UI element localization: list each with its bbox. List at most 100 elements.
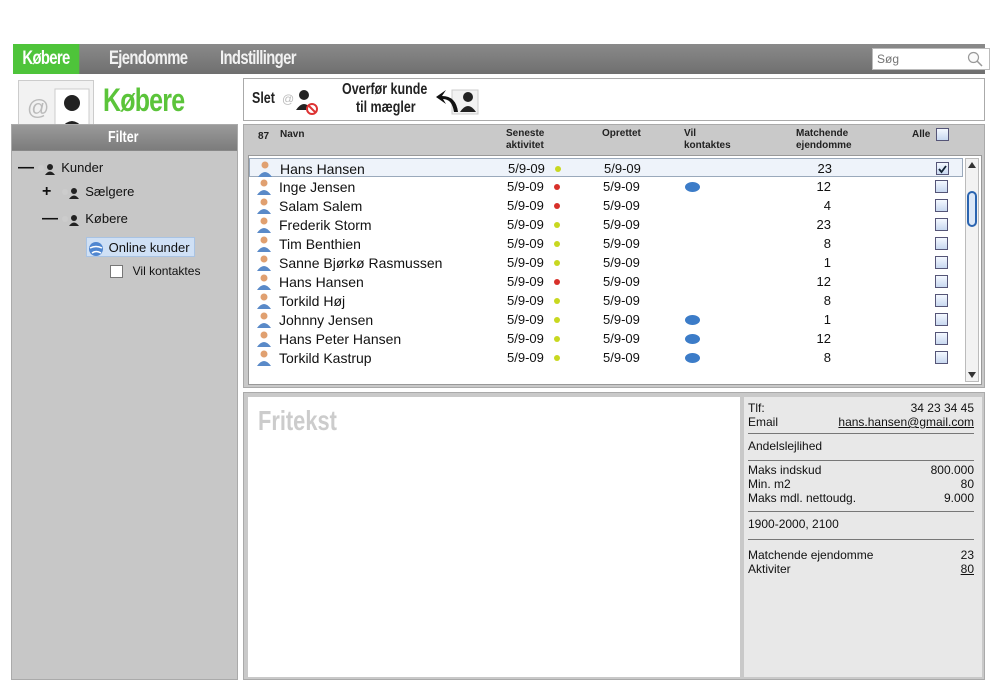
table-row[interactable]: Hans Hansen 5/9-09 5/9-09 23 xyxy=(249,158,963,177)
status-dot xyxy=(555,166,561,172)
property-type: Andelslejlihed xyxy=(748,439,823,453)
latest-activity: 5/9-09 xyxy=(508,161,545,176)
table-row[interactable]: Torkild Høj 5/9-09 5/9-09 8 xyxy=(249,291,963,310)
header-name[interactable]: Navn xyxy=(280,129,304,141)
row-checkbox[interactable] xyxy=(935,313,948,326)
transfer-to-agent-icon[interactable] xyxy=(434,84,482,116)
created-date: 5/9-09 xyxy=(603,217,640,232)
chat-bubble-icon[interactable] xyxy=(685,334,700,344)
tree-item-label: Købere xyxy=(85,211,128,226)
table-row[interactable]: Inge Jensen 5/9-09 5/9-09 12 xyxy=(249,177,963,196)
tree-item-saelgere[interactable]: + Sælgere xyxy=(42,182,134,202)
collapse-icon[interactable]: — xyxy=(18,158,34,178)
latest-activity: 5/9-09 xyxy=(507,236,544,251)
divider xyxy=(748,460,974,461)
customer-name: Frederik Storm xyxy=(279,217,372,233)
row-checkbox[interactable] xyxy=(935,180,948,193)
vertical-scrollbar[interactable] xyxy=(965,158,979,382)
table-row[interactable]: Hans Peter Hansen 5/9-09 5/9-09 12 xyxy=(249,329,963,348)
matching-count: 12 xyxy=(816,179,831,194)
phone-value: 34 23 34 45 xyxy=(910,401,974,415)
row-checkbox[interactable] xyxy=(935,218,948,231)
page-title: Købere xyxy=(103,82,185,118)
tab-kobere[interactable]: Købere xyxy=(13,44,80,74)
user-icon xyxy=(257,312,271,328)
created-date: 5/9-09 xyxy=(604,161,641,176)
latest-activity: 5/9-09 xyxy=(507,274,544,289)
status-dot xyxy=(554,203,560,209)
scroll-down-icon[interactable] xyxy=(968,371,976,379)
tab-indstillinger[interactable]: Indstillinger xyxy=(220,44,297,74)
matching-count: 23 xyxy=(816,217,831,232)
table-row[interactable]: Salam Salem 5/9-09 5/9-09 4 xyxy=(249,196,963,215)
row-checkbox[interactable] xyxy=(935,351,948,364)
tree-item-kunder[interactable]: — Kunder xyxy=(18,158,103,178)
latest-activity: 5/9-09 xyxy=(507,217,544,232)
globe-icon xyxy=(89,241,103,256)
freetext-area[interactable]: Fritekst xyxy=(248,397,740,677)
table-row[interactable]: Johnny Jensen 5/9-09 5/9-09 1 xyxy=(249,310,963,329)
table-row[interactable]: Hans Hansen 5/9-09 5/9-09 12 xyxy=(249,272,963,291)
matching-row: Matchende ejendomme 23 xyxy=(748,548,974,562)
matching-count: 8 xyxy=(823,236,831,251)
row-checkbox[interactable] xyxy=(935,294,948,307)
table-row[interactable]: Tim Benthien 5/9-09 5/9-09 8 xyxy=(249,234,963,253)
activities-link[interactable]: 80 xyxy=(961,562,974,576)
customer-name: Salam Salem xyxy=(279,198,363,214)
latest-activity: 5/9-09 xyxy=(507,179,544,194)
chat-bubble-icon[interactable] xyxy=(685,182,700,192)
user-icon xyxy=(258,161,272,177)
customer-list: Hans Hansen 5/9-09 5/9-09 23 Inge Jensen 5/9-… xyxy=(248,155,982,385)
table-row[interactable]: Torkild Kastrup 5/9-09 5/9-09 8 xyxy=(249,348,963,367)
matching-count: 12 xyxy=(816,331,831,346)
table-row[interactable]: Frederik Storm 5/9-09 5/9-09 23 xyxy=(249,215,963,234)
latest-activity: 5/9-09 xyxy=(507,293,544,308)
top-navigation-bar: Købere Ejendomme Indstillinger xyxy=(13,44,990,74)
select-all-checkbox[interactable] xyxy=(936,128,949,141)
header-matching[interactable]: Matchende ejendomme xyxy=(796,128,852,152)
header-created[interactable]: Oprettet xyxy=(602,128,641,140)
delete-user-icon[interactable]: @ xyxy=(280,86,320,116)
transfer-label-line1: Overfør kunde xyxy=(342,81,428,98)
tree-item-online-kunder[interactable]: Online kunder xyxy=(86,237,195,257)
scroll-thumb[interactable] xyxy=(967,191,977,227)
tree-item-vil-kontaktes[interactable]: Vil kontaktes xyxy=(110,261,200,281)
row-checkbox[interactable] xyxy=(936,162,949,175)
row-checkbox[interactable] xyxy=(935,199,948,212)
table-row[interactable]: Sanne Bjørkø Rasmussen 5/9-09 5/9-09 1 xyxy=(249,253,963,272)
created-date: 5/9-09 xyxy=(603,255,640,270)
tab-ejendomme[interactable]: Ejendomme xyxy=(109,44,188,74)
row-checkbox[interactable] xyxy=(935,332,948,345)
checkbox-icon[interactable] xyxy=(110,265,123,279)
customer-detail-panel: Fritekst Tlf: 34 23 34 45 Email hans.han… xyxy=(243,392,985,680)
chat-bubble-icon[interactable] xyxy=(685,315,700,325)
latest-activity: 5/9-09 xyxy=(507,198,544,213)
status-dot xyxy=(554,241,560,247)
status-dot xyxy=(554,298,560,304)
customer-name: Inge Jensen xyxy=(279,179,356,195)
expand-icon[interactable]: + xyxy=(42,182,56,202)
user-icon xyxy=(257,179,271,195)
scroll-up-icon[interactable] xyxy=(968,161,976,169)
email-link[interactable]: hans.hansen@gmail.com xyxy=(838,415,974,429)
collapse-icon[interactable]: — xyxy=(42,209,58,229)
tree-item-kobere[interactable]: — Købere xyxy=(42,209,128,229)
search-icon[interactable] xyxy=(967,51,983,67)
transfer-label-line2: til mægler xyxy=(356,99,416,116)
tree-item-label: Kunder xyxy=(61,160,104,175)
grid-header: 87 Navn Seneste aktivitet Oprettet Vil kon… xyxy=(244,125,984,155)
search-input[interactable] xyxy=(877,49,965,69)
row-checkbox[interactable] xyxy=(935,275,948,288)
matching-count: 1 xyxy=(823,312,831,327)
max-monthly-row: Maks mdl. nettoudg. 9.000 xyxy=(748,491,974,505)
chat-bubble-icon[interactable] xyxy=(685,353,700,363)
header-contact[interactable]: Vil kontaktes xyxy=(684,128,731,152)
row-checkbox[interactable] xyxy=(935,256,948,269)
row-checkbox[interactable] xyxy=(935,237,948,250)
filter-panel: Filter — Kunder + Sælgere — Købere Onlin… xyxy=(11,124,238,680)
status-dot xyxy=(554,317,560,323)
matching-count: 8 xyxy=(823,293,831,308)
customer-count: 87 xyxy=(258,131,270,142)
header-latest-activity[interactable]: Seneste aktivitet xyxy=(506,128,544,152)
latest-activity: 5/9-09 xyxy=(507,312,544,327)
